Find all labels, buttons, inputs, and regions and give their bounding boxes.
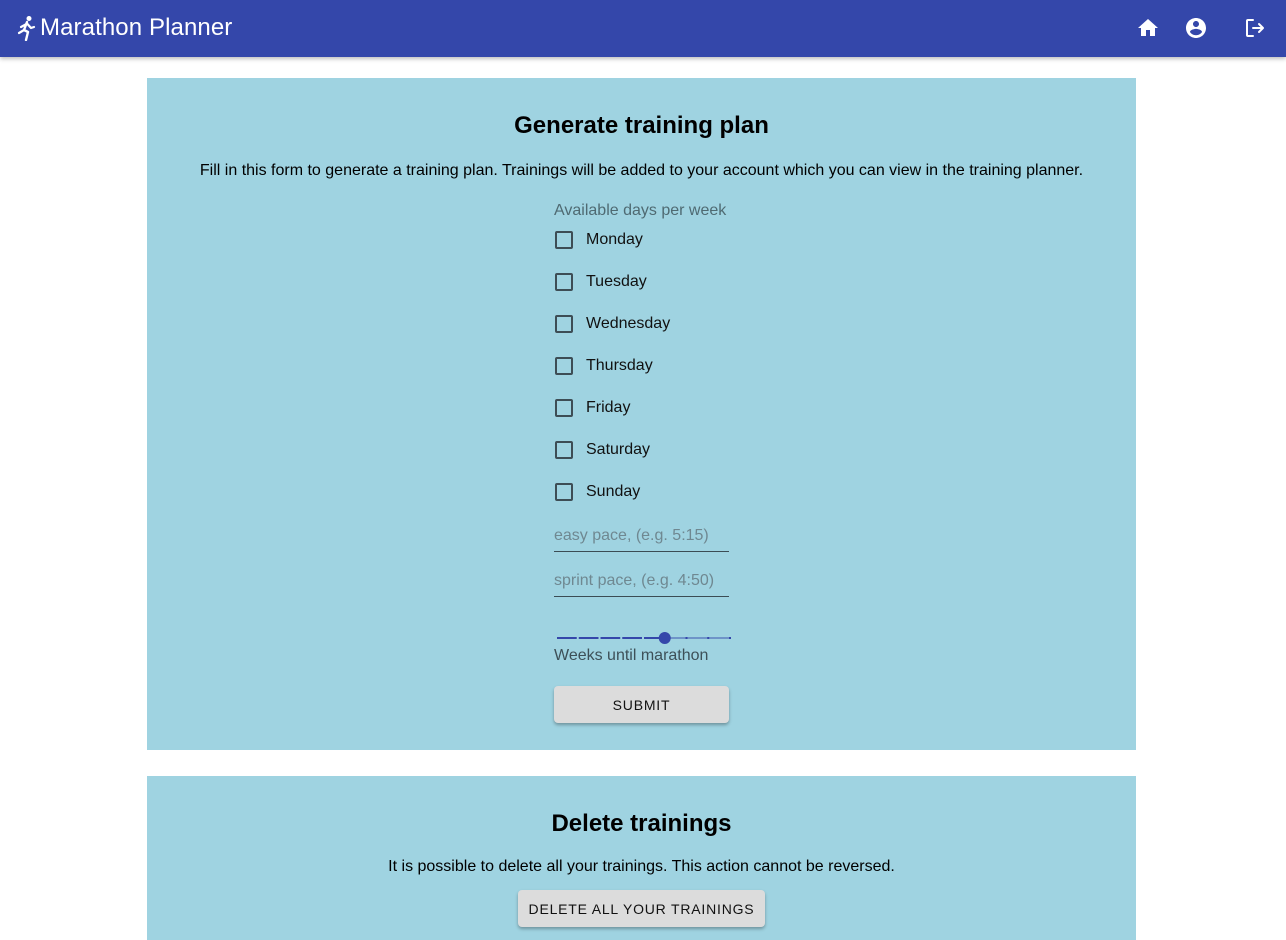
generate-plan-card: Generate training plan Fill in this form… bbox=[147, 78, 1136, 750]
day-label: Wednesday bbox=[586, 315, 671, 332]
day-checkbox-sunday[interactable]: Sunday bbox=[554, 480, 640, 504]
day-label: Sunday bbox=[586, 483, 641, 500]
day-checkbox-monday[interactable]: Monday bbox=[554, 228, 643, 252]
slider-step-mark bbox=[598, 637, 601, 639]
day-label: Friday bbox=[586, 399, 631, 416]
checkbox-icon[interactable] bbox=[555, 273, 573, 291]
weeks-slider-label: Weeks until marathon bbox=[554, 647, 709, 664]
running-person-icon bbox=[17, 16, 36, 41]
app-title: Marathon Planner bbox=[40, 14, 233, 41]
day-label: Thursday bbox=[586, 357, 653, 374]
checkbox-icon[interactable] bbox=[555, 231, 573, 249]
day-label: Monday bbox=[586, 231, 643, 248]
logout-icon[interactable] bbox=[1243, 16, 1267, 40]
slider-step-mark bbox=[642, 637, 644, 639]
easy-pace-input[interactable] bbox=[554, 521, 729, 552]
day-label: Tuesday bbox=[586, 273, 647, 290]
weeks-slider[interactable] bbox=[554, 630, 732, 646]
checkbox-icon[interactable] bbox=[555, 399, 573, 417]
day-checkbox-friday[interactable]: Friday bbox=[554, 396, 630, 420]
slider-step-mark bbox=[576, 637, 579, 639]
slider-thumb[interactable] bbox=[658, 632, 671, 644]
delete-trainings-title: Delete trainings bbox=[551, 810, 732, 837]
generate-plan-description: Fill in this form to generate a training… bbox=[199, 162, 1084, 179]
checkbox-icon[interactable] bbox=[555, 315, 573, 333]
checkbox-icon[interactable] bbox=[555, 483, 573, 501]
day-checkbox-thursday[interactable]: Thursday bbox=[554, 354, 653, 378]
generate-plan-title: Generate training plan bbox=[514, 112, 769, 139]
day-checkbox-tuesday[interactable]: Tuesday bbox=[554, 270, 647, 294]
day-checkbox-saturday[interactable]: Saturday bbox=[554, 438, 650, 462]
delete-all-trainings-button[interactable]: Delete all your trainings bbox=[518, 890, 765, 927]
delete-trainings-card: Delete trainings It is possible to delet… bbox=[147, 776, 1136, 940]
slider-step-mark bbox=[729, 637, 731, 639]
checkbox-icon[interactable] bbox=[555, 357, 573, 375]
slider-step-mark bbox=[707, 637, 710, 639]
brand[interactable]: Marathon Planner bbox=[16, 13, 232, 43]
slider-step-mark bbox=[685, 637, 688, 639]
days-legend: Available days per week bbox=[554, 202, 727, 219]
sprint-pace-input[interactable] bbox=[554, 566, 729, 597]
submit-button[interactable]: Submit bbox=[554, 686, 729, 723]
account-circle-icon[interactable] bbox=[1184, 16, 1208, 40]
delete-trainings-description: It is possible to delete all your traini… bbox=[388, 858, 895, 875]
home-icon[interactable] bbox=[1136, 16, 1160, 40]
day-label: Saturday bbox=[586, 441, 651, 458]
day-checkbox-wednesday[interactable]: Wednesday bbox=[554, 312, 670, 336]
checkbox-icon[interactable] bbox=[555, 441, 573, 459]
slider-step-mark bbox=[620, 637, 623, 639]
slider-step-mark bbox=[555, 637, 557, 639]
app-bar: Marathon Planner bbox=[0, 0, 1286, 57]
